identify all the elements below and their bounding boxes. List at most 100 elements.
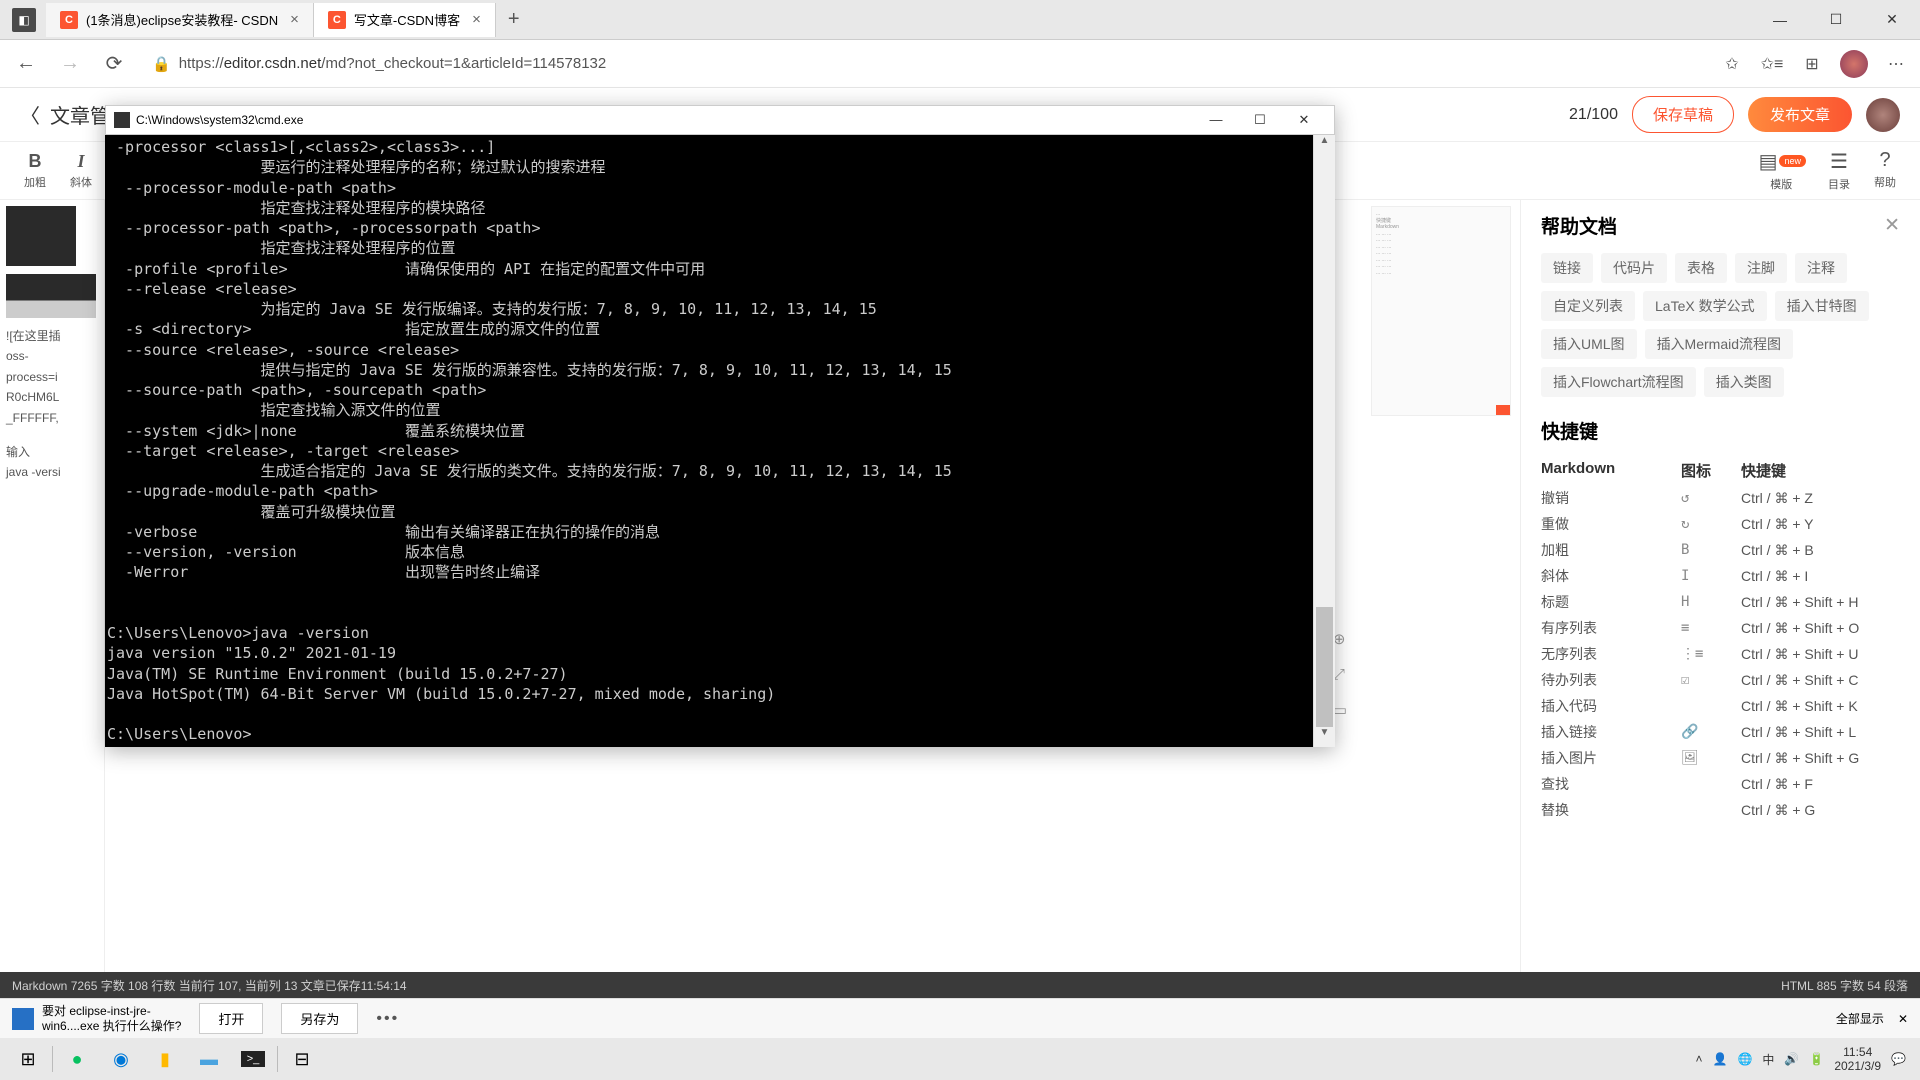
- shortcut-row: 插入图片🖼Ctrl / ⌘ + Shift + G: [1541, 745, 1900, 771]
- network-icon[interactable]: 🌐: [1737, 1052, 1752, 1066]
- open-button[interactable]: 打开: [199, 1003, 263, 1034]
- download-question: 要对 eclipse-inst-jre- win6....exe 执行什么操作?: [42, 1004, 181, 1033]
- saveas-button[interactable]: 另存为: [281, 1003, 358, 1034]
- download-file-icon: [12, 1008, 34, 1030]
- template-button[interactable]: ▤new 模版: [1747, 149, 1816, 192]
- help-tag[interactable]: 注脚: [1735, 253, 1787, 283]
- favicon-icon: C: [328, 11, 346, 29]
- maximize-button[interactable]: ☐: [1808, 0, 1864, 40]
- save-draft-button[interactable]: 保存草稿: [1632, 96, 1734, 133]
- shortcuts-header: Markdown 图标 快捷键: [1541, 456, 1900, 485]
- help-tag[interactable]: LaTeX 数学公式: [1643, 291, 1767, 321]
- shortcut-row: 有序列表≡Ctrl / ⌘ + Shift + O: [1541, 615, 1900, 641]
- help-tag[interactable]: 插入Flowchart流程图: [1541, 367, 1696, 397]
- refresh-button[interactable]: ⟳: [100, 50, 128, 78]
- cmd-window: C:\Windows\system32\cmd.exe — ☐ ✕ -proce…: [105, 105, 1335, 747]
- cmd-taskbar-icon[interactable]: >_: [231, 1041, 275, 1077]
- people-icon[interactable]: 👤: [1713, 1052, 1728, 1066]
- shortcut-row: 插入链接🔗Ctrl / ⌘ + Shift + L: [1541, 719, 1900, 745]
- help-tag[interactable]: 代码片: [1601, 253, 1667, 283]
- cmd-output[interactable]: -processor <class1>[,<class2>,<class3>..…: [105, 135, 1313, 747]
- shortcut-row: 待办列表☑Ctrl / ⌘ + Shift + C: [1541, 667, 1900, 693]
- volume-icon[interactable]: 🔊: [1784, 1052, 1799, 1066]
- lock-icon: 🔒: [152, 55, 171, 73]
- close-button[interactable]: ✕: [1282, 112, 1326, 128]
- help-icon: ?: [1879, 149, 1890, 172]
- favorite-icon[interactable]: ✩: [1720, 52, 1744, 76]
- help-tag[interactable]: 插入Mermaid流程图: [1645, 329, 1793, 359]
- menu-icon[interactable]: ⋯: [1884, 52, 1908, 76]
- close-icon[interactable]: ×: [472, 11, 481, 28]
- shortcut-row: 插入代码Ctrl / ⌘ + Shift + K: [1541, 693, 1900, 719]
- minimap-thumb[interactable]: ...快捷键Markdown... ... ...... ... ...... …: [1371, 206, 1511, 416]
- close-icon[interactable]: ✕: [1898, 1012, 1908, 1026]
- italic-button[interactable]: I 斜体: [58, 151, 104, 190]
- clock[interactable]: 11:54 2021/3/9: [1834, 1045, 1881, 1074]
- image-thumb: [6, 206, 76, 266]
- status-left: Markdown 7265 字数 108 行数 当前行 107, 当前列 13 …: [12, 977, 407, 994]
- help-tag[interactable]: 表格: [1675, 253, 1727, 283]
- maximize-button[interactable]: ☐: [1238, 112, 1282, 128]
- battery-icon[interactable]: 🔋: [1809, 1052, 1824, 1066]
- editor-status-bar: Markdown 7265 字数 108 行数 当前行 107, 当前列 13 …: [0, 972, 1920, 998]
- shortcut-row: 加粗BCtrl / ⌘ + B: [1541, 537, 1900, 563]
- show-all-button[interactable]: 全部显示: [1836, 1010, 1884, 1027]
- cmd-title-text: C:\Windows\system32\cmd.exe: [136, 113, 303, 127]
- help-tag[interactable]: 链接: [1541, 253, 1593, 283]
- shortcut-row: 撤销↺Ctrl / ⌘ + Z: [1541, 485, 1900, 511]
- shortcut-row: 斜体ICtrl / ⌘ + I: [1541, 563, 1900, 589]
- more-icon[interactable]: •••: [376, 1010, 399, 1028]
- cmd-icon: [114, 112, 130, 128]
- minimize-button[interactable]: —: [1194, 112, 1238, 128]
- help-panel: 帮助文档 ✕ 链接代码片表格注脚注释自定义列表 LaTeX 数学公式插入甘特图插入…: [1520, 200, 1920, 1020]
- publish-button[interactable]: 发布文章: [1748, 97, 1852, 132]
- help-tag[interactable]: 插入类图: [1704, 367, 1784, 397]
- back-icon[interactable]: 〈: [20, 100, 40, 129]
- help-button[interactable]: ? 帮助: [1862, 149, 1908, 192]
- url-input[interactable]: 🔒 https://editor.csdn.net/md?not_checkou…: [144, 55, 1704, 73]
- help-tag[interactable]: 插入UML图: [1541, 329, 1637, 359]
- forward-button[interactable]: →: [56, 50, 84, 78]
- browser-tab-1[interactable]: C 写文章-CSDN博客 ×: [314, 3, 496, 37]
- new-tab-button[interactable]: +: [496, 8, 532, 31]
- favicon-icon: C: [60, 11, 78, 29]
- help-tag[interactable]: 注释: [1795, 253, 1847, 283]
- app-icon[interactable]: ▬: [187, 1041, 231, 1077]
- shortcut-row: 标题HCtrl / ⌘ + Shift + H: [1541, 589, 1900, 615]
- taskview-icon[interactable]: ⊟: [280, 1041, 324, 1077]
- template-icon: ▤new: [1759, 149, 1804, 174]
- favorites-list-icon[interactable]: ✩≡: [1760, 52, 1784, 76]
- ime-icon[interactable]: 中: [1762, 1051, 1774, 1068]
- user-avatar[interactable]: [1866, 98, 1900, 132]
- collections-icon[interactable]: ⊞: [1800, 52, 1824, 76]
- close-window-button[interactable]: ✕: [1864, 0, 1920, 40]
- help-tag[interactable]: 插入甘特图: [1775, 291, 1869, 321]
- app-icon[interactable]: ◧: [12, 8, 36, 32]
- cmd-scrollbar[interactable]: ▲ ▼: [1313, 135, 1335, 747]
- address-bar: ← → ⟳ 🔒 https://editor.csdn.net/md?not_c…: [0, 40, 1920, 88]
- start-button[interactable]: ⊞: [6, 1041, 50, 1077]
- explorer-icon[interactable]: ▮: [143, 1041, 187, 1077]
- markdown-source-pane[interactable]: ![在这里插 oss- process=i R0cHM6L _FFFFFF, 输…: [0, 200, 105, 1020]
- help-title: 帮助文档: [1541, 212, 1617, 239]
- url-text: https://editor.csdn.net/md?not_checkout=…: [179, 55, 607, 72]
- close-icon[interactable]: ×: [290, 11, 299, 28]
- browser-tab-0[interactable]: C (1条消息)eclipse安装教程- CSDN ×: [46, 3, 314, 37]
- close-icon[interactable]: ✕: [1884, 214, 1900, 237]
- taskbar: ⊞ ● ◉ ▮ ▬ >_ ⊟ ˄ 👤 🌐 中 🔊 🔋 11:54 2021/3/…: [0, 1038, 1920, 1080]
- minimize-button[interactable]: —: [1752, 0, 1808, 40]
- tray-up-icon[interactable]: ˄: [1695, 1052, 1702, 1066]
- edge-icon[interactable]: ◉: [99, 1041, 143, 1077]
- toc-button[interactable]: ☰ 目录: [1816, 149, 1862, 192]
- cmd-titlebar[interactable]: C:\Windows\system32\cmd.exe — ☐ ✕: [105, 105, 1335, 135]
- shortcuts-title: 快捷键: [1541, 417, 1900, 444]
- profile-avatar[interactable]: [1840, 50, 1868, 78]
- help-tag[interactable]: 自定义列表: [1541, 291, 1635, 321]
- help-tags: 链接代码片表格注脚注释自定义列表 LaTeX 数学公式插入甘特图插入UML图插入M…: [1541, 253, 1900, 397]
- bold-button[interactable]: B 加粗: [12, 151, 58, 190]
- wechat-icon[interactable]: ●: [55, 1041, 99, 1077]
- tab-label: 写文章-CSDN博客: [354, 10, 460, 29]
- back-button[interactable]: ←: [12, 50, 40, 78]
- notifications-icon[interactable]: 💬: [1891, 1052, 1906, 1066]
- image-thumb: [6, 274, 96, 318]
